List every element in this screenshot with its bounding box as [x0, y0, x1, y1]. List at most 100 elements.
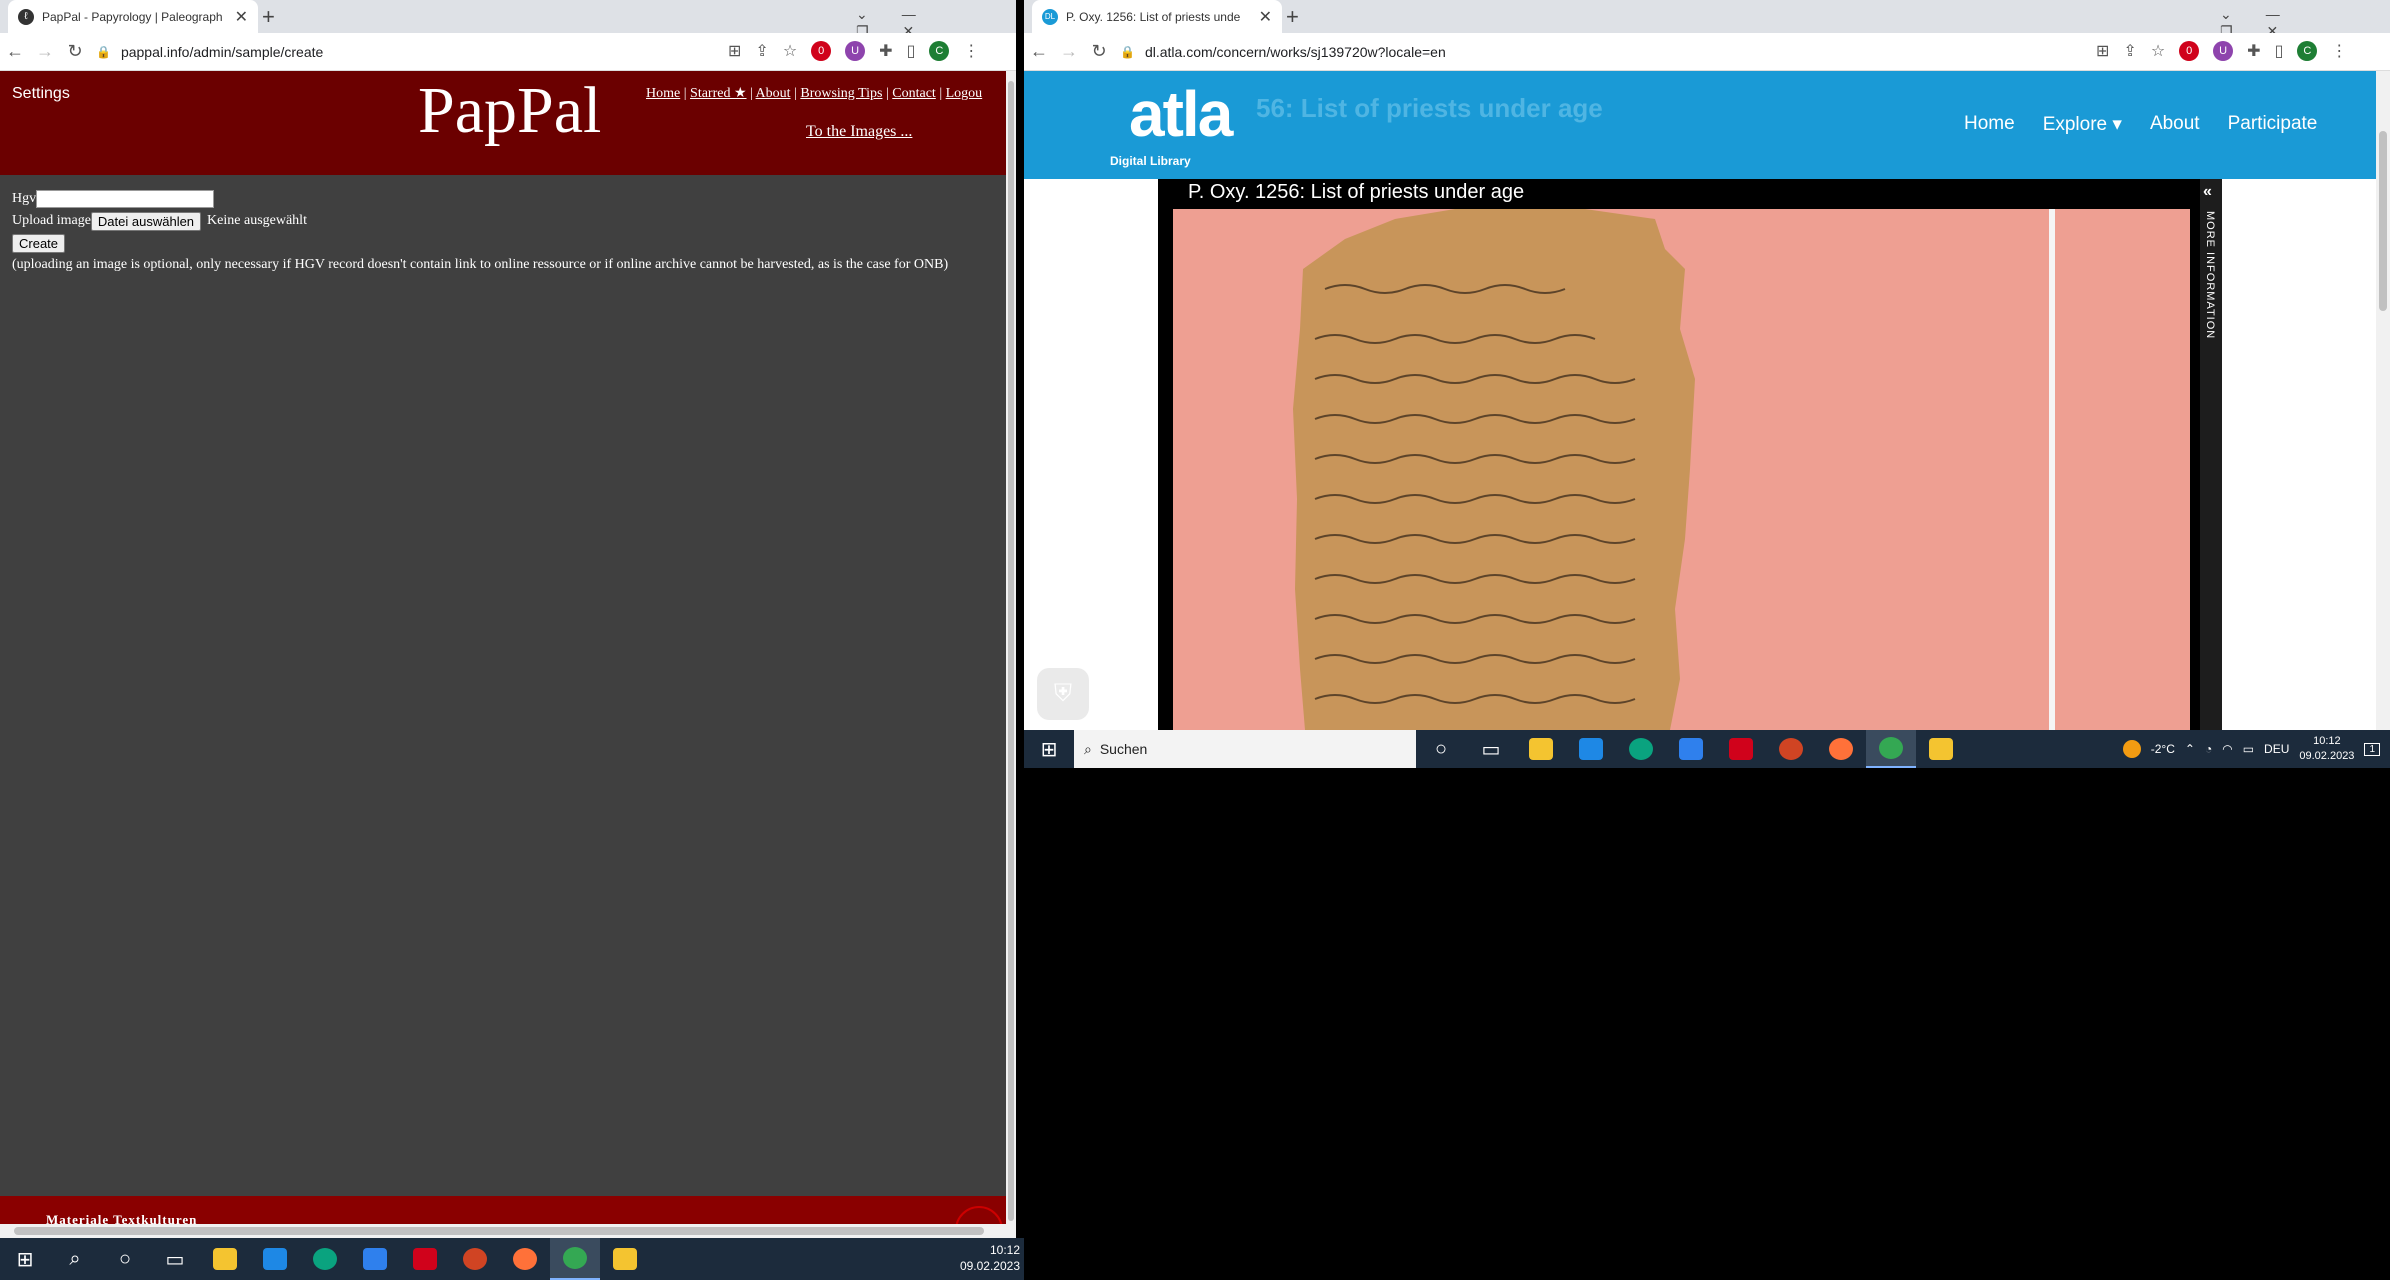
url-field[interactable]: pappal.info/admin/sample/create	[121, 44, 323, 60]
pappal-logo[interactable]: PapPal	[418, 73, 601, 149]
cortana-icon[interactable]: ○	[100, 1238, 150, 1280]
menu-dots-icon[interactable]: ⋮	[963, 41, 979, 61]
edge-icon[interactable]	[1616, 730, 1666, 768]
menu-dots-icon[interactable]: ⋮	[2331, 41, 2347, 61]
tab-pappal[interactable]: ℓ PapPal - Papyrology | Paleograph ✕	[8, 0, 258, 33]
scrollbar-thumb[interactable]	[2379, 131, 2387, 311]
search-icon[interactable]: ⌕	[50, 1238, 100, 1280]
tab-close-icon[interactable]: ✕	[1259, 7, 1272, 27]
mail-icon[interactable]	[1666, 730, 1716, 768]
collapse-chevron-icon[interactable]: «	[2203, 183, 2212, 201]
settings-link[interactable]: Settings	[12, 85, 70, 103]
extension-red-icon[interactable]: 0	[811, 41, 832, 61]
nav-about[interactable]: About	[756, 86, 791, 101]
sidepanel-icon[interactable]: ▯	[907, 41, 916, 61]
store-icon[interactable]	[250, 1238, 300, 1280]
edge-icon[interactable]	[300, 1238, 350, 1280]
more-information-label[interactable]: MORE INFORMATION	[2204, 211, 2216, 339]
vertical-scrollbar[interactable]	[1006, 71, 1016, 1238]
file-manager-icon[interactable]	[1916, 730, 1966, 768]
sidepanel-icon[interactable]: ▯	[2275, 41, 2284, 61]
wifi-icon[interactable]: ◠	[2222, 742, 2232, 756]
left-clock[interactable]: 10:12 09.02.2023	[960, 1242, 1020, 1274]
translate-icon[interactable]: ⊞	[2096, 41, 2109, 61]
back-icon[interactable]: ←	[1024, 41, 1054, 62]
hgv-input[interactable]	[36, 190, 215, 208]
task-view-icon[interactable]: ▭	[1466, 730, 1516, 768]
language-indicator[interactable]: DEU	[2264, 742, 2289, 756]
battery-icon[interactable]: ▭	[2243, 742, 2254, 756]
extension-purple-icon[interactable]: U	[845, 41, 866, 61]
nav-logout[interactable]: Logou	[946, 86, 983, 101]
acrobat-icon[interactable]	[400, 1238, 450, 1280]
scrollbar-thumb[interactable]	[1008, 81, 1014, 1221]
nav-participate[interactable]: Participate	[2228, 113, 2318, 136]
cortana-icon[interactable]: ○	[1416, 730, 1466, 768]
translate-icon[interactable]: ⊞	[728, 41, 741, 61]
bookmark-star-icon[interactable]: ☆	[2151, 41, 2165, 61]
lock-icon[interactable]: 🔒	[1120, 45, 1135, 59]
windows-start-icon[interactable]: ⊞	[0, 1238, 50, 1280]
profile-avatar-icon[interactable]: C	[2297, 41, 2318, 61]
mail-icon[interactable]	[350, 1238, 400, 1280]
vertical-scrollbar[interactable]	[2376, 71, 2390, 730]
powerpoint-icon[interactable]	[1766, 730, 1816, 768]
network-icon[interactable]: ◔	[2205, 742, 2212, 756]
horizontal-scrollbar[interactable]	[0, 1224, 1006, 1238]
nav-explore[interactable]: Explore ▾	[2043, 113, 2122, 136]
to-images-link[interactable]: To the Images ...	[806, 123, 912, 141]
firefox-icon[interactable]	[500, 1238, 550, 1280]
extensions-puzzle-icon[interactable]: ✚	[879, 41, 892, 61]
right-clock[interactable]: 10:12 09.02.2023	[2299, 734, 2354, 764]
nav-about[interactable]: About	[2150, 113, 2200, 136]
file-explorer-icon[interactable]	[1516, 730, 1566, 768]
taskbar-search[interactable]: ⌕ Suchen	[1074, 730, 1416, 768]
scrollbar-thumb[interactable]	[14, 1227, 984, 1235]
share-icon[interactable]: ⇪	[2123, 41, 2136, 61]
acrobat-icon[interactable]	[1716, 730, 1766, 768]
papyrus-image[interactable]	[1173, 209, 2190, 730]
file-explorer-icon[interactable]	[200, 1238, 250, 1280]
nav-browsing-tips[interactable]: Browsing Tips	[800, 86, 882, 101]
create-button[interactable]: Create	[12, 233, 66, 253]
atla-logo[interactable]: atla	[1129, 77, 1233, 151]
task-view-icon[interactable]: ▭	[150, 1238, 200, 1280]
extension-purple-icon[interactable]: U	[2213, 41, 2234, 61]
back-icon[interactable]: ←	[0, 41, 30, 62]
reload-icon[interactable]: ↻	[60, 41, 90, 62]
temperature[interactable]: -2°C	[2151, 742, 2175, 756]
extension-red-icon[interactable]: 0	[2179, 41, 2200, 61]
store-icon[interactable]	[1566, 730, 1616, 768]
profile-avatar-icon[interactable]: C	[929, 41, 950, 61]
image-viewer[interactable]: P. Oxy. 1256: List of priests under age	[1158, 179, 2200, 730]
new-tab-icon[interactable]: +	[1286, 4, 1299, 30]
file-manager-icon[interactable]	[600, 1238, 650, 1280]
new-tab-icon[interactable]: +	[262, 4, 275, 30]
privacy-shield-icon[interactable]: ⛨	[1037, 668, 1089, 720]
tab-atla[interactable]: DL P. Oxy. 1256: List of priests unde ✕	[1032, 0, 1282, 33]
forward-icon[interactable]: →	[30, 41, 60, 62]
chrome-icon[interactable]	[1866, 730, 1916, 768]
notification-icon[interactable]: 1	[2364, 742, 2380, 756]
weather-icon[interactable]	[2122, 740, 2141, 758]
lock-icon[interactable]: 🔒	[96, 45, 111, 59]
more-information-panel[interactable]: « MORE INFORMATION	[2200, 179, 2222, 730]
nav-contact[interactable]: Contact	[892, 86, 936, 101]
nav-home[interactable]: Home	[646, 86, 680, 101]
nav-home[interactable]: Home	[1964, 113, 2015, 136]
extensions-puzzle-icon[interactable]: ✚	[2247, 41, 2260, 61]
share-icon[interactable]: ⇪	[755, 41, 768, 61]
url-field[interactable]: dl.atla.com/concern/works/sj139720w?loca…	[1145, 44, 1446, 60]
powerpoint-icon[interactable]	[450, 1238, 500, 1280]
firefox-icon[interactable]	[1816, 730, 1866, 768]
choose-file-button[interactable]: Datei auswählen	[90, 211, 202, 231]
nav-starred[interactable]: Starred ★	[690, 86, 746, 101]
windows-start-icon[interactable]: ⊞	[1024, 730, 1074, 768]
chrome-icon[interactable]	[550, 1238, 600, 1280]
forward-icon[interactable]: →	[1054, 41, 1084, 62]
reload-icon[interactable]: ↻	[1084, 41, 1114, 62]
tray-chevron-icon[interactable]: ⌃	[2185, 742, 2195, 756]
left-tab-strip: ℓ PapPal - Papyrology | Paleograph ✕ + ⌄…	[0, 0, 1016, 39]
bookmark-star-icon[interactable]: ☆	[783, 41, 797, 61]
tab-close-icon[interactable]: ✕	[235, 7, 248, 27]
